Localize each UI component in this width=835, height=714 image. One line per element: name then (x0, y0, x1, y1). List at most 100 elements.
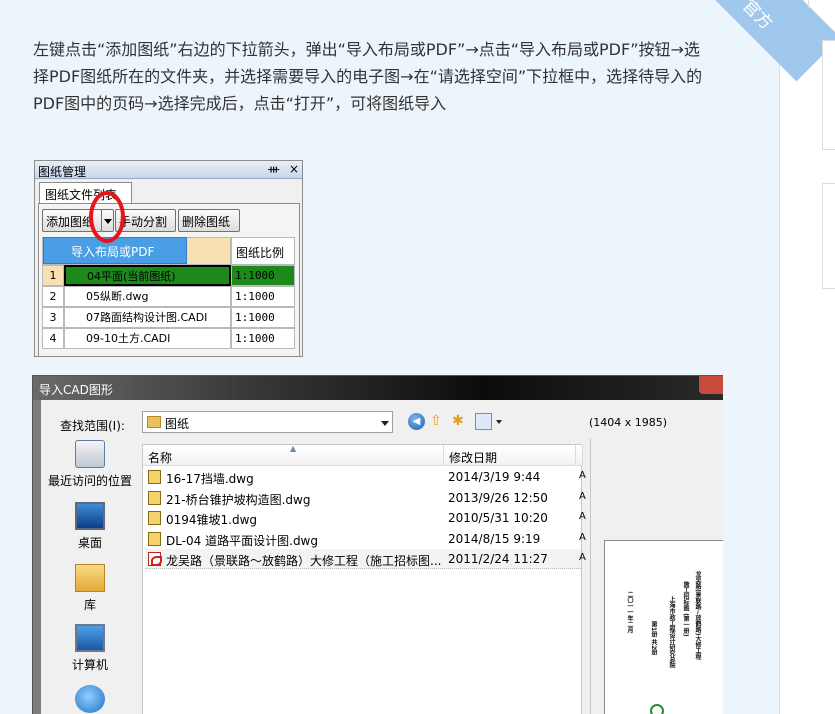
dialog-frame (33, 400, 41, 714)
drawing-scale: 1:1000 (231, 307, 295, 328)
table-row[interactable]: 4 09-10土方.CADI 1:1000 (42, 328, 295, 349)
chevron-down-icon[interactable] (496, 420, 502, 424)
sort-ascending-icon: ▲ (290, 444, 297, 453)
close-button[interactable] (699, 376, 723, 394)
place-label: 计算机 (71, 658, 108, 672)
drawing-manager-title: 图纸管理 (38, 165, 87, 179)
preview-line: 龙吴路(景联路~放鹤路)大修工程 (694, 571, 701, 660)
chevron-down-icon (381, 421, 389, 426)
list-item[interactable]: 16-17挡墙.dwg 2014/3/19 9:44 A (145, 467, 586, 487)
dialog-title: 导入CAD图形 (39, 383, 113, 397)
manual-split-label: 手动分割 (119, 215, 168, 229)
row-number: 4 (42, 328, 64, 349)
computer-icon (75, 624, 105, 652)
list-item[interactable]: 21-桥台锥护坡构造图.dwg 2013/9/26 12:50 A (145, 488, 586, 508)
file-name: 0194锥坡1.dwg (166, 513, 258, 527)
row-number: 2 (42, 286, 64, 307)
place-label: 桌面 (77, 536, 102, 550)
drawing-scale: 1:1000 (231, 265, 295, 286)
preview-line: 施工招标图 (第一册) (682, 581, 689, 637)
desktop-icon (75, 502, 105, 530)
drawing-name: 07路面结构设计图.CADI (64, 307, 231, 328)
dwg-file-icon (148, 470, 161, 484)
new-folder-icon[interactable]: ✱ (452, 413, 469, 430)
file-date: 2011/2/24 11:27 (448, 552, 548, 566)
sidebar-card (822, 40, 835, 150)
file-list: 名称 ▲ 修改日期 16-17挡墙.dwg 2014/3/19 9:44 A 2… (142, 444, 586, 714)
dialog-titlebar: 导入CAD图形 (33, 376, 723, 400)
drawing-manager-titlebar: 图纸管理 ᚒ × (35, 161, 302, 179)
article-border (779, 0, 780, 714)
delete-drawing-label: 删除图纸 (182, 215, 231, 229)
drawing-scale: 1:1000 (231, 328, 295, 349)
name-column-label: 名称 (148, 451, 173, 465)
sidebar-divider (808, 0, 809, 8)
drawing-name: 04平面(当前图纸) (64, 265, 231, 286)
dwg-file-icon (148, 511, 161, 525)
status-circle-icon (650, 704, 664, 714)
file-name: 龙吴路（景联路～放鹤路）大修工程（施工招标图... (166, 554, 442, 568)
drawing-manager-screenshot: 图纸管理 ᚒ × 图纸文件列表 添加图纸 手动分割 删除图纸 图纸比例 1 04… (34, 160, 303, 357)
view-menu-icon[interactable] (475, 413, 492, 430)
file-date: 2010/5/31 10:20 (448, 511, 548, 525)
list-item-selected-pdf[interactable]: 龙吴路（景联路～放鹤路）大修工程（施工招标图... 2011/2/24 11:2… (145, 549, 586, 569)
drawing-scale: 1:1000 (231, 286, 295, 307)
table-row[interactable]: 2 05纵断.dwg 1:1000 (42, 286, 295, 307)
sidebar-card (822, 183, 835, 289)
look-in-dropdown[interactable]: 图纸 (142, 411, 393, 433)
import-layout-pdf-menu-item[interactable]: 导入布局或PDF (43, 237, 187, 264)
look-in-label: 查找范围(I): (60, 419, 125, 433)
add-drawing-label: 添加图纸 (46, 215, 95, 229)
place-label: 最近访问的位置 (47, 474, 132, 488)
dialog-body: 查找范围(I): 图纸 ◀ ⇧ ✱ (1404 x 1985) 最近访问的位置 … (41, 400, 723, 714)
file-name: 21-桥台锥护坡构造图.dwg (166, 493, 311, 507)
file-type-truncated: A (579, 511, 586, 522)
list-item[interactable]: DL-04 道路平面设计图.dwg 2014/8/15 9:19 A (145, 529, 586, 549)
table-row[interactable]: 3 07路面结构设计图.CADI 1:1000 (42, 307, 295, 328)
file-type-truncated: A (579, 532, 586, 543)
list-item[interactable]: 0194锥坡1.dwg 2010/5/31 10:20 A (145, 508, 586, 528)
preview-line: 二〇一一年二月 (626, 591, 633, 633)
row-number: 3 (42, 307, 64, 328)
import-cad-dialog-screenshot: 导入CAD图形 查找范围(I): 图纸 ◀ ⇧ ✱ (1404 x 1985) … (32, 375, 723, 714)
table-row[interactable]: 1 04平面(当前图纸) 1:1000 (42, 265, 295, 286)
preview-size-label: (1404 x 1985) (589, 416, 668, 429)
network-icon (75, 685, 105, 713)
folder-icon (147, 416, 161, 428)
up-folder-icon[interactable]: ⇧ (430, 413, 447, 430)
library-icon (75, 564, 105, 592)
file-name: 16-17挡墙.dwg (166, 472, 254, 486)
file-date: 2014/8/15 9:19 (448, 532, 541, 546)
date-column-label: 修改日期 (449, 451, 498, 465)
delete-drawing-button[interactable]: 删除图纸 (178, 209, 240, 232)
places-bar: 最近访问的位置 桌面 库 计算机 (41, 440, 139, 714)
close-icon[interactable]: × (289, 162, 299, 176)
file-type-truncated: A (579, 470, 586, 481)
preview-line: 上海市政工程设计研究总院 (668, 596, 675, 668)
date-column-header[interactable]: 修改日期 (444, 445, 576, 466)
preview-line: 第1册 共2册 (650, 621, 657, 656)
pdf-file-icon (148, 552, 162, 566)
type-column-header[interactable] (576, 445, 583, 466)
drawing-name: 09-10土方.CADI (64, 328, 231, 349)
drawing-name: 05纵断.dwg (64, 286, 231, 307)
file-type-truncated: A (579, 552, 586, 563)
file-date: 2014/3/19 9:44 (448, 470, 541, 484)
file-type-truncated: A (579, 491, 586, 502)
preview-page: 龙吴路(景联路~放鹤路)大修工程 施工招标图 (第一册) 上海市政工程设计研究总… (604, 540, 723, 714)
place-label: 库 (83, 598, 96, 612)
file-date: 2013/9/26 12:50 (448, 491, 548, 505)
instruction-paragraph: 左键点击“添加图纸”右边的下拉箭头，弹出“导入布局或PDF”→点击“导入布局或P… (33, 40, 703, 113)
file-name: DL-04 道路平面设计图.dwg (166, 534, 318, 548)
look-in-value: 图纸 (165, 417, 190, 431)
name-column-header[interactable]: 名称 ▲ (143, 444, 444, 466)
back-icon[interactable]: ◀ (408, 413, 425, 430)
scale-header-label: 图纸比例 (236, 246, 285, 260)
import-layout-pdf-label: 导入布局或PDF (71, 245, 155, 259)
dwg-file-icon (148, 491, 161, 505)
recent-places-icon (75, 440, 105, 468)
scale-column-header[interactable]: 图纸比例 (231, 237, 295, 265)
pin-icon[interactable]: ᚒ (268, 162, 279, 176)
red-annotation-circle (89, 191, 125, 243)
row-number: 1 (42, 265, 64, 286)
